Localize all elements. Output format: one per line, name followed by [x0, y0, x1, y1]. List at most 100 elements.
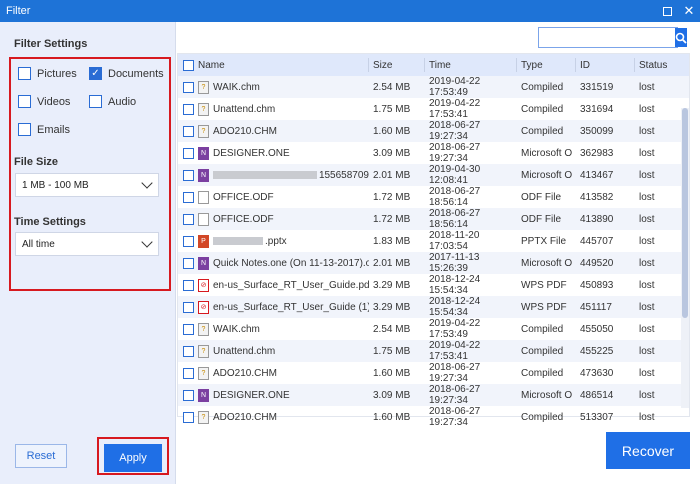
- name-cell: OFFICE.ODF: [198, 212, 369, 226]
- table-row[interactable]: ⊘ en-us_Surface_RT_User_Guide (1).pdf 3.29…: [178, 296, 689, 318]
- apply-button[interactable]: Apply: [104, 444, 162, 472]
- status-cell: lost: [639, 389, 655, 401]
- row-checkbox-cell: [178, 345, 198, 357]
- row-checkbox-cell: [178, 103, 198, 115]
- type-cell: Compiled: [521, 345, 564, 357]
- col-name[interactable]: Name: [198, 58, 369, 72]
- scrollbar-thumb[interactable]: [682, 108, 688, 318]
- time-settings-heading: Time Settings: [14, 216, 86, 228]
- row-checkbox[interactable]: [182, 191, 194, 203]
- documents-checkbox[interactable]: ✓: [89, 67, 102, 80]
- file-name: DESIGNER.ONE: [213, 147, 290, 159]
- table-row[interactable]: ⊘ en-us_Surface_RT_User_Guide.pdf 3.29 MB 2…: [178, 274, 689, 296]
- row-checkbox[interactable]: [182, 235, 194, 247]
- col-type[interactable]: Type: [517, 58, 576, 72]
- file-name: Quick Notes.one (On 11-13-2017).one: [213, 257, 369, 269]
- row-checkbox[interactable]: [182, 125, 194, 137]
- table-row[interactable]: ? ADO210.CHM 1.60 MB 2018-06-27 19:27:34 Com…: [178, 406, 689, 428]
- emails-checkbox[interactable]: [18, 123, 31, 136]
- row-checkbox[interactable]: [182, 169, 194, 181]
- table-row[interactable]: ? ADO210.CHM 1.60 MB 2018-06-27 19:27:34 Com…: [178, 362, 689, 384]
- status-cell: lost: [639, 301, 655, 313]
- table-row[interactable]: OFFICE.ODF 1.72 MB 2018-06-27 18:56:14 ODF …: [178, 186, 689, 208]
- pictures-label: Pictures: [37, 67, 77, 80]
- table-body: ? WAIK.chm 2.54 MB 2019-04-22 17:53:49 Compi…: [178, 76, 689, 428]
- row-checkbox[interactable]: [182, 323, 194, 335]
- row-checkbox[interactable]: [182, 81, 194, 93]
- row-checkbox[interactable]: [182, 257, 194, 269]
- name-cell: N 155658709: [198, 168, 369, 182]
- file-name: OFFICE.ODF: [213, 213, 274, 225]
- file-size-select[interactable]: 1 MB - 100 MB: [15, 173, 159, 197]
- col-status[interactable]: Status: [635, 58, 685, 72]
- table-row[interactable]: OFFICE.ODF 1.72 MB 2018-06-27 18:56:14 ODF …: [178, 208, 689, 230]
- name-cell: ? ADO210.CHM: [198, 366, 369, 380]
- row-checkbox[interactable]: [182, 345, 194, 357]
- row-checkbox-cell: [178, 301, 198, 313]
- file-name: ADO210.CHM: [213, 125, 277, 137]
- table-row[interactable]: ? WAIK.chm 2.54 MB 2019-04-22 17:53:49 Compi…: [178, 318, 689, 340]
- table-row[interactable]: ? ADO210.CHM 1.60 MB 2018-06-27 19:27:34 Com…: [178, 120, 689, 142]
- col-id[interactable]: ID: [576, 58, 635, 72]
- videos-checkbox[interactable]: [18, 95, 31, 108]
- scrollbar[interactable]: [681, 108, 689, 408]
- reset-button[interactable]: Reset: [15, 444, 67, 468]
- id-cell: 451117: [580, 301, 612, 313]
- time-settings-select[interactable]: All time: [15, 232, 159, 256]
- maximize-button[interactable]: [656, 0, 678, 22]
- row-checkbox[interactable]: [182, 103, 194, 115]
- id-cell: 331694: [580, 103, 614, 115]
- row-checkbox-cell: [178, 191, 198, 203]
- select-all-checkbox[interactable]: [182, 59, 194, 71]
- row-checkbox[interactable]: [182, 411, 194, 423]
- table-row[interactable]: ? Unattend.chm 1.75 MB 2019-04-22 17:53:41 C…: [178, 98, 689, 120]
- status-cell: lost: [639, 367, 655, 379]
- search-button[interactable]: [675, 28, 687, 47]
- row-checkbox[interactable]: [182, 389, 194, 401]
- file-name: ADO210.CHM: [213, 411, 277, 423]
- size-cell: 1.60 MB: [373, 125, 411, 137]
- row-checkbox[interactable]: [182, 367, 194, 379]
- row-checkbox-cell: [178, 323, 198, 335]
- file-name: 155658709: [318, 169, 369, 181]
- col-time[interactable]: Time: [425, 58, 517, 72]
- recover-button[interactable]: Recover: [606, 432, 690, 469]
- time-cell: 2018-06-27 19:27:34: [429, 120, 481, 142]
- size-cell: 1.72 MB: [373, 191, 411, 203]
- table-row[interactable]: N DESIGNER.ONE 3.09 MB 2018-06-27 19:27:34 M…: [178, 384, 689, 406]
- col-size[interactable]: Size: [369, 58, 425, 72]
- title-bar: Filter ✕: [0, 0, 700, 22]
- name-cell: N DESIGNER.ONE: [198, 146, 369, 160]
- row-checkbox-cell: [178, 235, 198, 247]
- row-checkbox[interactable]: [182, 213, 194, 225]
- size-cell: 1.75 MB: [373, 103, 411, 115]
- name-cell: ? ADO210.CHM: [198, 410, 369, 424]
- chm-icon: ?: [198, 124, 209, 138]
- search-box: [538, 27, 687, 48]
- audio-checkbox[interactable]: [89, 95, 102, 108]
- filter-pictures[interactable]: Pictures: [18, 67, 77, 80]
- close-button[interactable]: ✕: [678, 0, 700, 22]
- pictures-checkbox[interactable]: [18, 67, 31, 80]
- time-cell: 2018-06-27 18:56:14: [429, 186, 481, 208]
- table-row[interactable]: ? Unattend.chm 1.75 MB 2019-04-22 17:53:41 C…: [178, 340, 689, 362]
- table-row[interactable]: N DESIGNER.ONE 3.09 MB 2018-06-27 19:27:34 M…: [178, 142, 689, 164]
- table-row[interactable]: N 155658709 2.01 MB 2019-04-30 12:08:41 Micr…: [178, 164, 689, 186]
- status-cell: lost: [639, 191, 655, 203]
- filter-audio[interactable]: Audio: [89, 95, 136, 108]
- table-row[interactable]: N Quick Notes.one (On 11-13-2017).one 2.01…: [178, 252, 689, 274]
- filter-documents[interactable]: ✓ Documents: [89, 67, 164, 80]
- row-checkbox[interactable]: [182, 301, 194, 313]
- type-cell: ODF File: [521, 213, 561, 225]
- row-checkbox[interactable]: [182, 147, 194, 159]
- size-cell: 2.01 MB: [373, 169, 411, 181]
- file-name: .pptx: [265, 235, 287, 247]
- filter-emails[interactable]: Emails: [18, 123, 70, 136]
- search-input[interactable]: [539, 28, 675, 47]
- filter-videos[interactable]: Videos: [18, 95, 70, 108]
- table-row[interactable]: P .pptx 1.83 MB 2018-11-20 17:03:54 PPTX Fil…: [178, 230, 689, 252]
- row-checkbox[interactable]: [182, 279, 194, 291]
- size-cell: 3.09 MB: [373, 147, 411, 159]
- table-row[interactable]: ? WAIK.chm 2.54 MB 2019-04-22 17:53:49 Compi…: [178, 76, 689, 98]
- status-cell: lost: [639, 213, 655, 225]
